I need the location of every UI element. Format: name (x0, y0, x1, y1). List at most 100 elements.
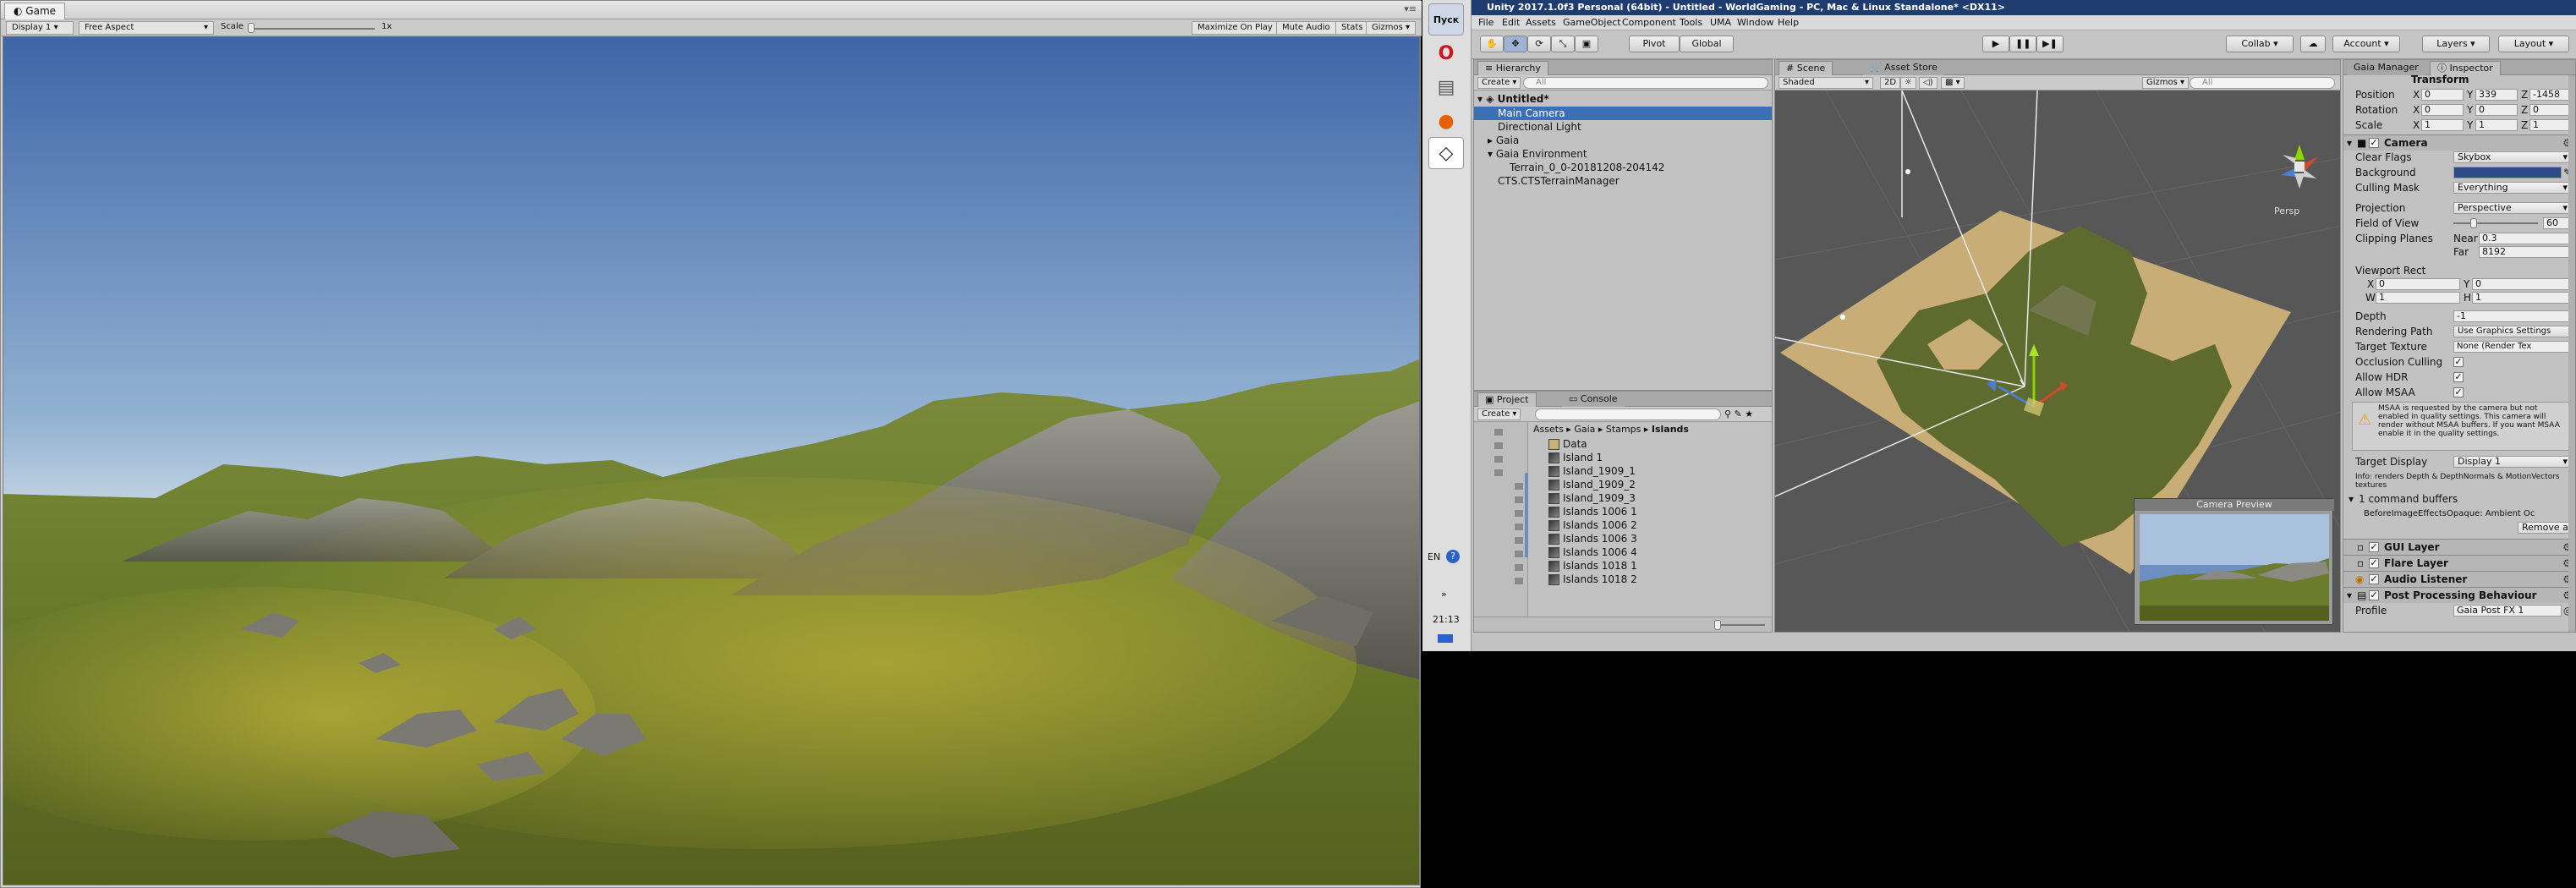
scene-search-input[interactable]: All (2190, 77, 2335, 89)
rect-tool-button[interactable]: ▣ (1575, 36, 1598, 52)
audio-listener-header[interactable]: ◉ ✓ Audio Listener ⚙ (2343, 571, 2575, 587)
scene-gizmos-dropdown[interactable]: Gizmos ▾ (2142, 77, 2190, 89)
opera-icon[interactable]: O (1428, 37, 1464, 69)
viewport-y[interactable]: 0 (2472, 278, 2572, 290)
msaa-checkbox[interactable]: ✓ (2453, 387, 2464, 397)
show-desktop-icon[interactable] (1438, 634, 1453, 643)
start-button[interactable]: Пуск (1428, 3, 1464, 36)
mute-audio-toggle[interactable]: Mute Audio (1276, 21, 1336, 35)
asset-item[interactable]: Islands 1006 4 (1548, 545, 1637, 559)
game-viewport[interactable] (3, 36, 1420, 885)
icon-size-slider-handle[interactable] (1714, 620, 1721, 630)
breadcrumb-gaia[interactable]: Gaia (1574, 424, 1595, 435)
hand-tool-button[interactable]: ✋ (1480, 36, 1504, 52)
icon-size-slider[interactable] (1714, 624, 1765, 626)
asset-item[interactable]: Island_1909_2 (1548, 478, 1636, 491)
post-processing-header[interactable]: ▾ ▤ ✓ Post Processing Behaviour ⚙ (2343, 587, 2575, 603)
tray-expand-icon[interactable]: » (1441, 589, 1447, 600)
aspect-dropdown[interactable]: Free Aspect ▾ (79, 21, 214, 35)
rotation-z[interactable]: 0 (2529, 104, 2572, 116)
rotation-x[interactable]: 0 (2421, 104, 2464, 116)
depth-value[interactable]: -1 (2453, 310, 2572, 322)
viewport-w[interactable]: 1 (2376, 292, 2460, 304)
asset-item[interactable]: Island_1909_3 (1548, 491, 1636, 505)
tab-asset-store[interactable]: 🛒 Asset Store (1863, 61, 1944, 75)
inspector-scrollbar[interactable] (2568, 75, 2575, 632)
menu-component[interactable]: Component (1622, 17, 1676, 28)
tab-game[interactable]: ◐ Game (4, 3, 66, 19)
project-create-button[interactable]: Create ▾ (1477, 408, 1521, 420)
menu-tools[interactable]: Tools (1680, 17, 1702, 28)
layers-dropdown[interactable]: Layers ▾ (2422, 36, 2490, 52)
scene-root[interactable]: ▾ ◈ Untitled* (1474, 92, 1772, 106)
breadcrumb-stamps[interactable]: Stamps (1606, 424, 1641, 435)
culling-mask-dropdown[interactable]: Everything ▾ (2453, 182, 2572, 194)
menu-edit[interactable]: Edit (1502, 17, 1520, 28)
fov-slider-handle[interactable] (2470, 218, 2477, 228)
firefox-icon[interactable]: ● (1428, 105, 1464, 137)
rotation-y[interactable]: 0 (2475, 104, 2518, 116)
viewport-h[interactable]: 1 (2472, 292, 2572, 304)
explorer-icon[interactable]: ▤ (1428, 71, 1464, 103)
scale-slider[interactable] (248, 28, 375, 30)
filter-icons[interactable]: ⚲ ✎ ★ (1724, 408, 1753, 419)
hierarchy-item-cts-manager[interactable]: CTS.CTSTerrainManager (1474, 174, 1772, 188)
fov-value[interactable]: 60 (2543, 217, 2572, 229)
display-dropdown[interactable]: Display 1 ▾ (6, 21, 74, 35)
viewport-x[interactable]: 0 (2376, 278, 2460, 290)
flare-layer-checkbox[interactable]: ✓ (2369, 558, 2379, 568)
menu-assets[interactable]: Assets (1526, 17, 1556, 28)
menu-help[interactable]: Help (1778, 17, 1799, 28)
layout-dropdown[interactable]: Layout ▾ (2498, 36, 2569, 52)
tab-scene[interactable]: # Scene (1779, 61, 1833, 75)
asset-item[interactable]: Islands 1018 1 (1548, 559, 1637, 573)
collab-dropdown[interactable]: Collab ▾ (2226, 36, 2294, 52)
asset-item[interactable]: Islands 1018 2 (1548, 573, 1637, 586)
scale-x[interactable]: 1 (2421, 119, 2464, 131)
scale-tool-button[interactable]: ⤡ (1551, 36, 1575, 52)
position-x[interactable]: 0 (2421, 89, 2464, 101)
scale-y[interactable]: 1 (2475, 119, 2518, 131)
effects-dropdown[interactable]: ▩ ▾ (1941, 77, 1965, 89)
asset-item[interactable]: Islands 1006 2 (1548, 518, 1637, 532)
asset-item[interactable]: Data (1548, 437, 1587, 451)
language-indicator[interactable]: EN (1428, 551, 1440, 562)
stats-toggle[interactable]: Stats (1335, 21, 1369, 35)
gizmos-dropdown[interactable]: Gizmos ▾ (1366, 21, 1417, 35)
scene-viewport[interactable]: Persp Camera Preview (1775, 90, 2340, 632)
gui-layer-header[interactable]: ▫ ✓ GUI Layer ⚙ (2343, 539, 2575, 555)
global-toggle[interactable]: Global (1680, 36, 1734, 52)
command-buffers-row[interactable]: ▾ 1 command buffers (2343, 491, 2575, 507)
hierarchy-item-gaia[interactable]: ▸ Gaia (1474, 134, 1772, 147)
menu-gameobject[interactable]: GameObject (1563, 17, 1621, 28)
maximize-on-play-toggle[interactable]: Maximize On Play (1192, 21, 1279, 35)
hdr-checkbox[interactable]: ✓ (2453, 372, 2464, 382)
hierarchy-item-directional-light[interactable]: Directional Light (1474, 120, 1772, 134)
hierarchy-item-terrain[interactable]: Terrain_0_0-20181208-204142 (1474, 161, 1772, 174)
hierarchy-search-input[interactable]: All (1523, 77, 1768, 89)
position-z[interactable]: -1458 (2529, 89, 2572, 101)
hierarchy-item-main-camera[interactable]: Main Camera (1474, 107, 1772, 120)
menu-window[interactable]: Window (1737, 17, 1773, 28)
profile-field[interactable]: Gaia Post FX 1 (2453, 605, 2562, 617)
step-button[interactable]: ▶❚ (2036, 36, 2064, 52)
tab-hierarchy[interactable]: ≡ Hierarchy (1477, 61, 1548, 75)
scale-slider-handle[interactable] (248, 23, 255, 33)
tab-project[interactable]: ▣ Project (1477, 392, 1537, 407)
asset-item[interactable]: Island_1909_1 (1548, 464, 1636, 478)
scale-z[interactable]: 1 (2529, 119, 2572, 131)
play-button[interactable]: ▶ (1982, 36, 2009, 52)
menu-uma[interactable]: UMA (1710, 17, 1731, 28)
breadcrumb-islands[interactable]: Islands (1652, 424, 1689, 435)
background-color-swatch[interactable] (2453, 167, 2562, 178)
rotate-tool-button[interactable]: ⟳ (1527, 36, 1551, 52)
shading-mode-dropdown[interactable]: Shaded ▾ (1779, 77, 1873, 89)
menu-file[interactable]: File (1478, 17, 1494, 28)
hierarchy-item-gaia-environment[interactable]: ▾ Gaia Environment (1474, 147, 1772, 161)
near-value[interactable]: 0.3 (2479, 233, 2572, 244)
hierarchy-create-button[interactable]: Create ▾ (1477, 77, 1521, 89)
projection-dropdown[interactable]: Perspective ▾ (2453, 202, 2572, 214)
target-display-dropdown[interactable]: Display 1 ▾ (2453, 456, 2572, 468)
target-texture-field[interactable]: None (Render Tex (2453, 341, 2572, 353)
asset-item[interactable]: Island 1 (1548, 451, 1603, 464)
